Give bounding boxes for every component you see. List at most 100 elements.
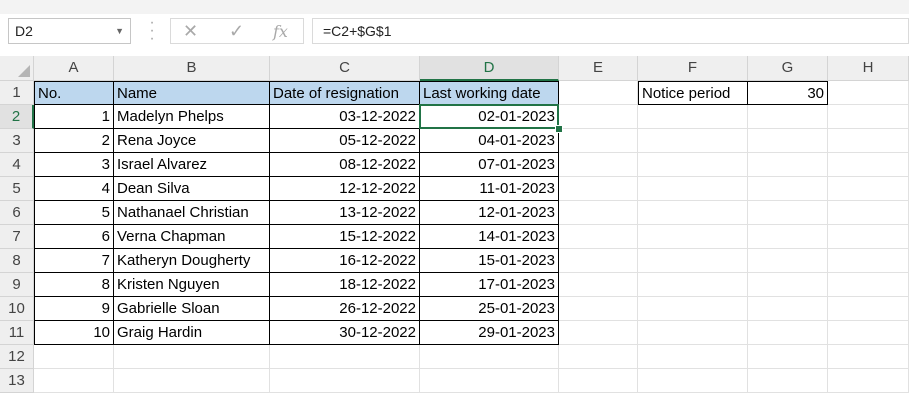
cell-b6[interactable]: Nathanael Christian [114,201,270,225]
cell-b10[interactable]: Gabrielle Sloan [114,297,270,321]
cell-e13[interactable] [559,369,638,393]
column-header-c[interactable]: C [270,56,420,81]
cell-d9[interactable]: 17-01-2023 [420,273,559,297]
cell-a11[interactable]: 10 [34,321,114,345]
cell-c1[interactable]: Date of resignation [270,81,420,105]
name-box[interactable]: D2 ▼ [8,18,131,44]
cell-a7[interactable]: 6 [34,225,114,249]
cell-b4[interactable]: Israel Alvarez [114,153,270,177]
cell-g13[interactable] [748,369,828,393]
cell-h7[interactable] [828,225,909,249]
cell-d1[interactable]: Last working date [420,81,559,105]
row-header-9[interactable]: 9 [0,273,34,297]
cell-d7[interactable]: 14-01-2023 [420,225,559,249]
chevron-down-icon[interactable]: ▼ [115,26,124,36]
cell-d10[interactable]: 25-01-2023 [420,297,559,321]
formula-input[interactable]: =C2+$G$1 [312,18,909,44]
close-icon[interactable]: ✕ [183,21,198,42]
cell-g8[interactable] [748,249,828,273]
cell-f11[interactable] [638,321,748,345]
column-header-b[interactable]: B [114,56,270,81]
row-header-13[interactable]: 13 [0,369,34,393]
cell-e4[interactable] [559,153,638,177]
cell-g6[interactable] [748,201,828,225]
cell-f13[interactable] [638,369,748,393]
column-header-f[interactable]: F [638,56,748,81]
cell-h6[interactable] [828,201,909,225]
cell-e11[interactable] [559,321,638,345]
cell-c4[interactable]: 08-12-2022 [270,153,420,177]
cell-g5[interactable] [748,177,828,201]
row-header-10[interactable]: 10 [0,297,34,321]
column-header-g[interactable]: G [748,56,828,81]
cell-a12[interactable] [34,345,114,369]
cell-d12[interactable] [420,345,559,369]
cell-e7[interactable] [559,225,638,249]
cell-h3[interactable] [828,129,909,153]
cell-g7[interactable] [748,225,828,249]
cell-g4[interactable] [748,153,828,177]
cell-e6[interactable] [559,201,638,225]
cell-c12[interactable] [270,345,420,369]
cell-f8[interactable] [638,249,748,273]
cell-a1[interactable]: No. [34,81,114,105]
cell-a9[interactable]: 8 [34,273,114,297]
cell-h2[interactable] [828,105,909,129]
cell-f3[interactable] [638,129,748,153]
cell-d11[interactable]: 29-01-2023 [420,321,559,345]
cell-a5[interactable]: 4 [34,177,114,201]
cell-a13[interactable] [34,369,114,393]
cell-c6[interactable]: 13-12-2022 [270,201,420,225]
cell-d13[interactable] [420,369,559,393]
cell-e12[interactable] [559,345,638,369]
cell-c13[interactable] [270,369,420,393]
cell-f10[interactable] [638,297,748,321]
cell-c7[interactable]: 15-12-2022 [270,225,420,249]
check-icon[interactable]: ✓ [229,21,244,42]
cell-h1[interactable] [828,81,909,105]
grip-dots-icon[interactable]: · · · [148,15,156,47]
cell-h12[interactable] [828,345,909,369]
cell-g2[interactable] [748,105,828,129]
cell-d5[interactable]: 11-01-2023 [420,177,559,201]
cell-b8[interactable]: Katheryn Dougherty [114,249,270,273]
cell-f12[interactable] [638,345,748,369]
cell-e5[interactable] [559,177,638,201]
cell-h11[interactable] [828,321,909,345]
cell-f6[interactable] [638,201,748,225]
column-header-e[interactable]: E [559,56,638,81]
cell-e9[interactable] [559,273,638,297]
row-header-1[interactable]: 1 [0,81,34,105]
function-icon[interactable]: fx [273,22,288,41]
cell-a3[interactable]: 2 [34,129,114,153]
cell-e8[interactable] [559,249,638,273]
row-header-7[interactable]: 7 [0,225,34,249]
cell-f7[interactable] [638,225,748,249]
cell-b1[interactable]: Name [114,81,270,105]
cell-d3[interactable]: 04-01-2023 [420,129,559,153]
cell-a4[interactable]: 3 [34,153,114,177]
cell-b12[interactable] [114,345,270,369]
cell-b11[interactable]: Graig Hardin [114,321,270,345]
cell-a2[interactable]: 1 [34,105,114,129]
cell-g3[interactable] [748,129,828,153]
cell-c10[interactable]: 26-12-2022 [270,297,420,321]
cell-c5[interactable]: 12-12-2022 [270,177,420,201]
cell-h5[interactable] [828,177,909,201]
cell-e10[interactable] [559,297,638,321]
cell-b2[interactable]: Madelyn Phelps [114,105,270,129]
cell-g1[interactable]: 30 [748,81,828,105]
column-header-a[interactable]: A [34,56,114,81]
cell-h8[interactable] [828,249,909,273]
cell-e1[interactable] [559,81,638,105]
cell-g10[interactable] [748,297,828,321]
cell-f5[interactable] [638,177,748,201]
cell-b5[interactable]: Dean Silva [114,177,270,201]
cell-c11[interactable]: 30-12-2022 [270,321,420,345]
cell-a6[interactable]: 5 [34,201,114,225]
cell-f4[interactable] [638,153,748,177]
cell-a10[interactable]: 9 [34,297,114,321]
cell-d4[interactable]: 07-01-2023 [420,153,559,177]
cell-c3[interactable]: 05-12-2022 [270,129,420,153]
cell-h13[interactable] [828,369,909,393]
